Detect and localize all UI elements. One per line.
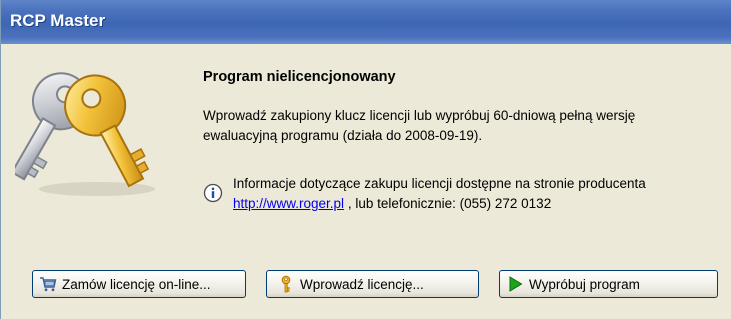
order-license-online-button[interactable]: Zamów licencję on-line... — [32, 270, 246, 298]
key-icon — [281, 275, 291, 293]
shopping-cart-icon — [40, 277, 57, 292]
keys-icon — [15, 72, 155, 196]
dialog-message: Wprowadź zakupiony klucz licencji lub wy… — [203, 108, 636, 143]
purchase-info: Informacje dotyczące zakupu licencji dos… — [233, 174, 713, 214]
dialog-window: RCP Master Program nielicencjonowany Wpr… — [0, 0, 731, 319]
title-bar[interactable]: RCP Master — [1, 0, 731, 44]
play-icon — [509, 276, 523, 292]
dialog-heading: Program nielicencjonowany — [203, 69, 396, 85]
info-icon — [203, 183, 223, 203]
dialog-body: Program nielicencjonowany Wprowadź zakup… — [1, 44, 731, 319]
enter-license-button[interactable]: Wprowadź licencję... — [266, 270, 479, 298]
purchase-info-text: Informacje dotyczące zakupu licencji dos… — [233, 176, 646, 191]
try-program-label: Wypróbuj program — [529, 276, 640, 292]
producer-website-link[interactable]: http://www.roger.pl — [233, 196, 344, 211]
enter-license-label: Wprowadź licencję... — [300, 276, 424, 292]
order-license-online-label: Zamów licencję on-line... — [62, 276, 211, 292]
window-title: RCP Master — [10, 11, 106, 30]
try-program-button[interactable]: Wypróbuj program — [499, 270, 718, 298]
phone-info-text: , lub telefonicznie: (055) 272 0132 — [344, 196, 552, 211]
